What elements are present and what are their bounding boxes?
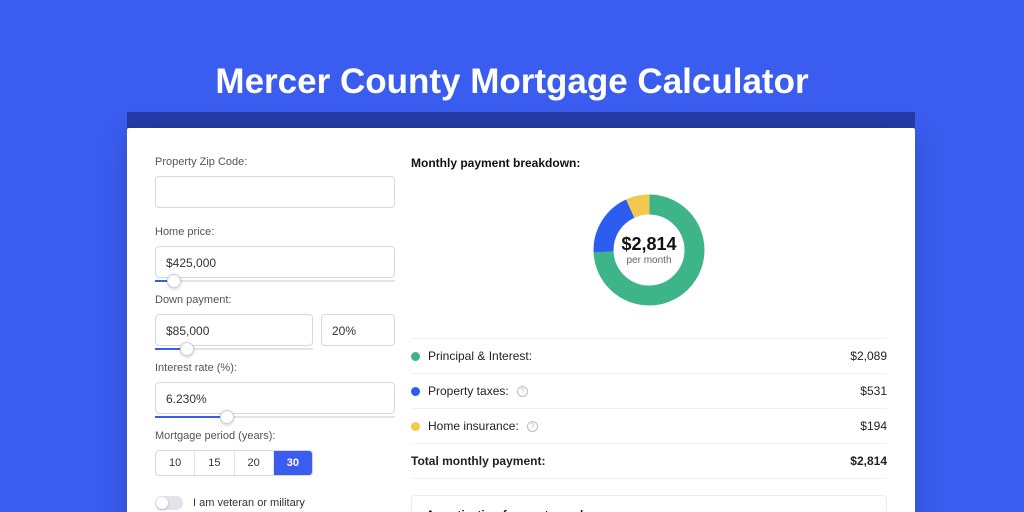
period-group: Mortgage period (years): 10152030 [155, 430, 411, 476]
legend-dot [411, 422, 420, 431]
breakdown-heading: Monthly payment breakdown: [411, 156, 887, 170]
legend-name: Property taxes: [428, 384, 509, 398]
legend-name: Principal & Interest: [428, 349, 532, 363]
period-option-10[interactable]: 10 [156, 451, 195, 475]
home-price-input[interactable]: $425,000 [155, 246, 395, 278]
interest-slider-thumb[interactable] [220, 410, 234, 424]
legend-row: Home insurance:? $194 [411, 409, 887, 444]
interest-input[interactable]: 6.230% [155, 382, 395, 414]
interest-label: Interest rate (%): [155, 362, 411, 374]
legend-row: Property taxes:? $531 [411, 374, 887, 409]
home-price-slider[interactable] [155, 280, 395, 282]
down-payment-group: Down payment: $85,000 20% [155, 294, 411, 350]
amortization-section: Amortization for mortgage loan Amortizat… [411, 495, 887, 512]
veteran-label: I am veteran or military [193, 497, 305, 509]
period-option-30[interactable]: 30 [274, 451, 312, 475]
veteran-row: I am veteran or military [155, 496, 411, 510]
down-payment-percent-input[interactable]: 20% [321, 314, 395, 346]
legend-value: $531 [860, 384, 887, 398]
page-title: Mercer County Mortgage Calculator [0, 62, 1024, 102]
interest-slider-fill [155, 416, 227, 418]
donut-chart: $2,814 per month [411, 182, 887, 322]
period-pills: 10152030 [155, 450, 313, 476]
donut-sub: per month [621, 255, 676, 266]
down-payment-label: Down payment: [155, 294, 411, 306]
calculator-card: Property Zip Code: Home price: $425,000 … [127, 128, 915, 512]
legend-total-row: Total monthly payment: $2,814 [411, 444, 887, 479]
period-option-15[interactable]: 15 [195, 451, 234, 475]
zip-label: Property Zip Code: [155, 156, 411, 168]
zip-input[interactable] [155, 176, 395, 208]
legend-value: $194 [860, 419, 887, 433]
interest-group: Interest rate (%): 6.230% [155, 362, 411, 418]
amortization-title: Amortization for mortgage loan [426, 508, 872, 512]
info-icon[interactable]: ? [517, 386, 528, 397]
legend-name: Home insurance: [428, 419, 519, 433]
veteran-toggle[interactable] [155, 496, 183, 510]
donut-center: $2,814 per month [621, 234, 676, 266]
stage: Mercer County Mortgage Calculator Proper… [0, 0, 1024, 512]
legend-total-value: $2,814 [850, 454, 887, 468]
down-payment-amount-input[interactable]: $85,000 [155, 314, 313, 346]
home-price-group: Home price: $425,000 [155, 226, 411, 282]
info-icon[interactable]: ? [527, 421, 538, 432]
right-panel: Monthly payment breakdown: $2,814 per mo… [411, 128, 915, 512]
legend-total-label: Total monthly payment: [411, 454, 545, 468]
legend-value: $2,089 [850, 349, 887, 363]
left-panel: Property Zip Code: Home price: $425,000 … [127, 128, 411, 512]
period-label: Mortgage period (years): [155, 430, 411, 442]
legend: Principal & Interest: $2,089 Property taxe… [411, 338, 887, 479]
period-option-20[interactable]: 20 [235, 451, 274, 475]
down-payment-slider-thumb[interactable] [180, 342, 194, 356]
home-price-slider-thumb[interactable] [167, 274, 181, 288]
legend-dot [411, 387, 420, 396]
home-price-label: Home price: [155, 226, 411, 238]
down-payment-slider[interactable] [155, 348, 313, 350]
veteran-toggle-knob [156, 497, 168, 509]
zip-group: Property Zip Code: [155, 156, 411, 208]
donut-amount: $2,814 [621, 234, 676, 255]
interest-slider[interactable] [155, 416, 395, 418]
legend-row: Principal & Interest: $2,089 [411, 339, 887, 374]
legend-dot [411, 352, 420, 361]
